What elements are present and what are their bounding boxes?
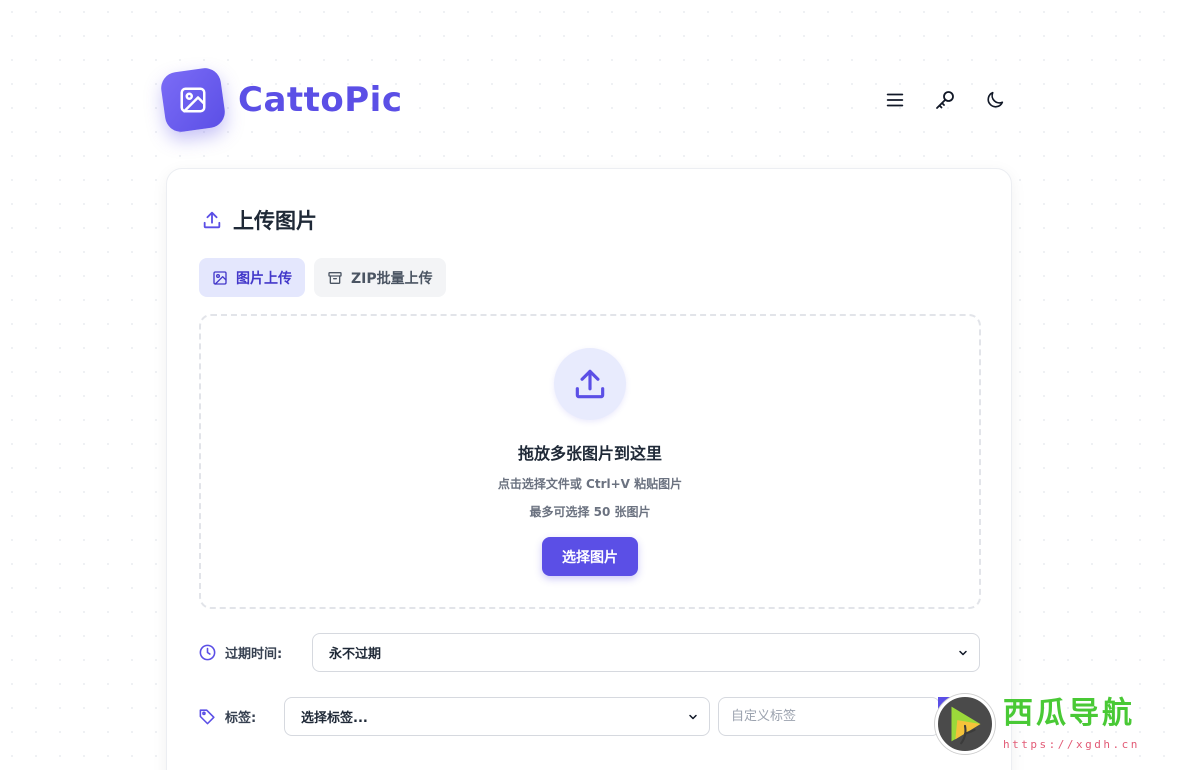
api-key-button[interactable] [932, 87, 958, 113]
page: CattoPic 上传图片 图片上传 ZIP批量上传 拖放多张图片到这里 点击选… [0, 0, 1178, 770]
tags-select-value: 选择标签... [301, 711, 368, 726]
section-title-text: 上传图片 [233, 209, 317, 233]
theme-toggle-button[interactable] [982, 87, 1008, 113]
archive-icon [328, 271, 342, 284]
moon-icon [987, 91, 1004, 108]
tags-row: 标签: 选择标签... [198, 697, 940, 736]
tags-select[interactable]: 选择标签... [284, 697, 710, 736]
header-actions [882, 87, 1008, 113]
watermark-logo [935, 694, 995, 754]
menu-icon [886, 93, 904, 107]
menu-button[interactable] [882, 87, 908, 113]
tab-zip-upload[interactable]: ZIP批量上传 [314, 258, 446, 297]
image-icon [180, 87, 206, 113]
clock-icon [199, 644, 216, 661]
dropzone-limit: 最多可选择 50 张图片 [529, 505, 651, 519]
dropzone[interactable]: 拖放多张图片到这里 点击选择文件或 Ctrl+V 粘贴图片 最多可选择 50 张… [199, 314, 981, 609]
tag-icon [199, 709, 215, 725]
chevron-down-icon [689, 714, 697, 719]
tab-label: ZIP批量上传 [351, 270, 433, 287]
watermark-title: 西瓜导航 [1003, 696, 1135, 731]
expiry-selected-value: 永不过期 [329, 647, 382, 662]
brand-name[interactable]: CattoPic [238, 80, 403, 120]
upload-card: 上传图片 图片上传 ZIP批量上传 拖放多张图片到这里 点击选择文件或 Ctrl… [166, 168, 1012, 770]
logo[interactable] [159, 66, 227, 134]
upload-icon [203, 211, 221, 229]
image-icon [213, 270, 227, 285]
section-title: 上传图片 [201, 205, 317, 235]
tags-label-text: 标签: [225, 711, 257, 726]
expiry-label-text: 过期时间: [225, 647, 283, 662]
tags-label: 标签: [198, 707, 284, 726]
tab-label: 图片上传 [236, 270, 292, 287]
tab-image-upload[interactable]: 图片上传 [199, 258, 305, 297]
dropzone-subtitle: 点击选择文件或 Ctrl+V 粘贴图片 [497, 477, 683, 491]
watermark-url: https://xgdh.cn [1003, 738, 1140, 751]
expiry-select[interactable]: 永不过期 [312, 633, 980, 672]
app-header: CattoPic [159, 66, 1008, 134]
watermark-leaf-icon [951, 706, 981, 745]
chevron-down-icon [959, 650, 967, 655]
dropzone-title: 拖放多张图片到这里 [517, 444, 662, 463]
key-icon [936, 91, 954, 109]
choose-images-button[interactable]: 选择图片 [542, 537, 638, 576]
upload-tabs: 图片上传 ZIP批量上传 [199, 258, 446, 297]
expiry-row: 过期时间: 永不过期 [198, 633, 980, 672]
upload-icon [575, 369, 605, 399]
expiry-label: 过期时间: [198, 643, 312, 662]
custom-tag-input[interactable] [718, 697, 940, 736]
upload-illustration [554, 348, 626, 420]
watermark: 西瓜导航 https://xgdh.cn [935, 694, 1170, 760]
